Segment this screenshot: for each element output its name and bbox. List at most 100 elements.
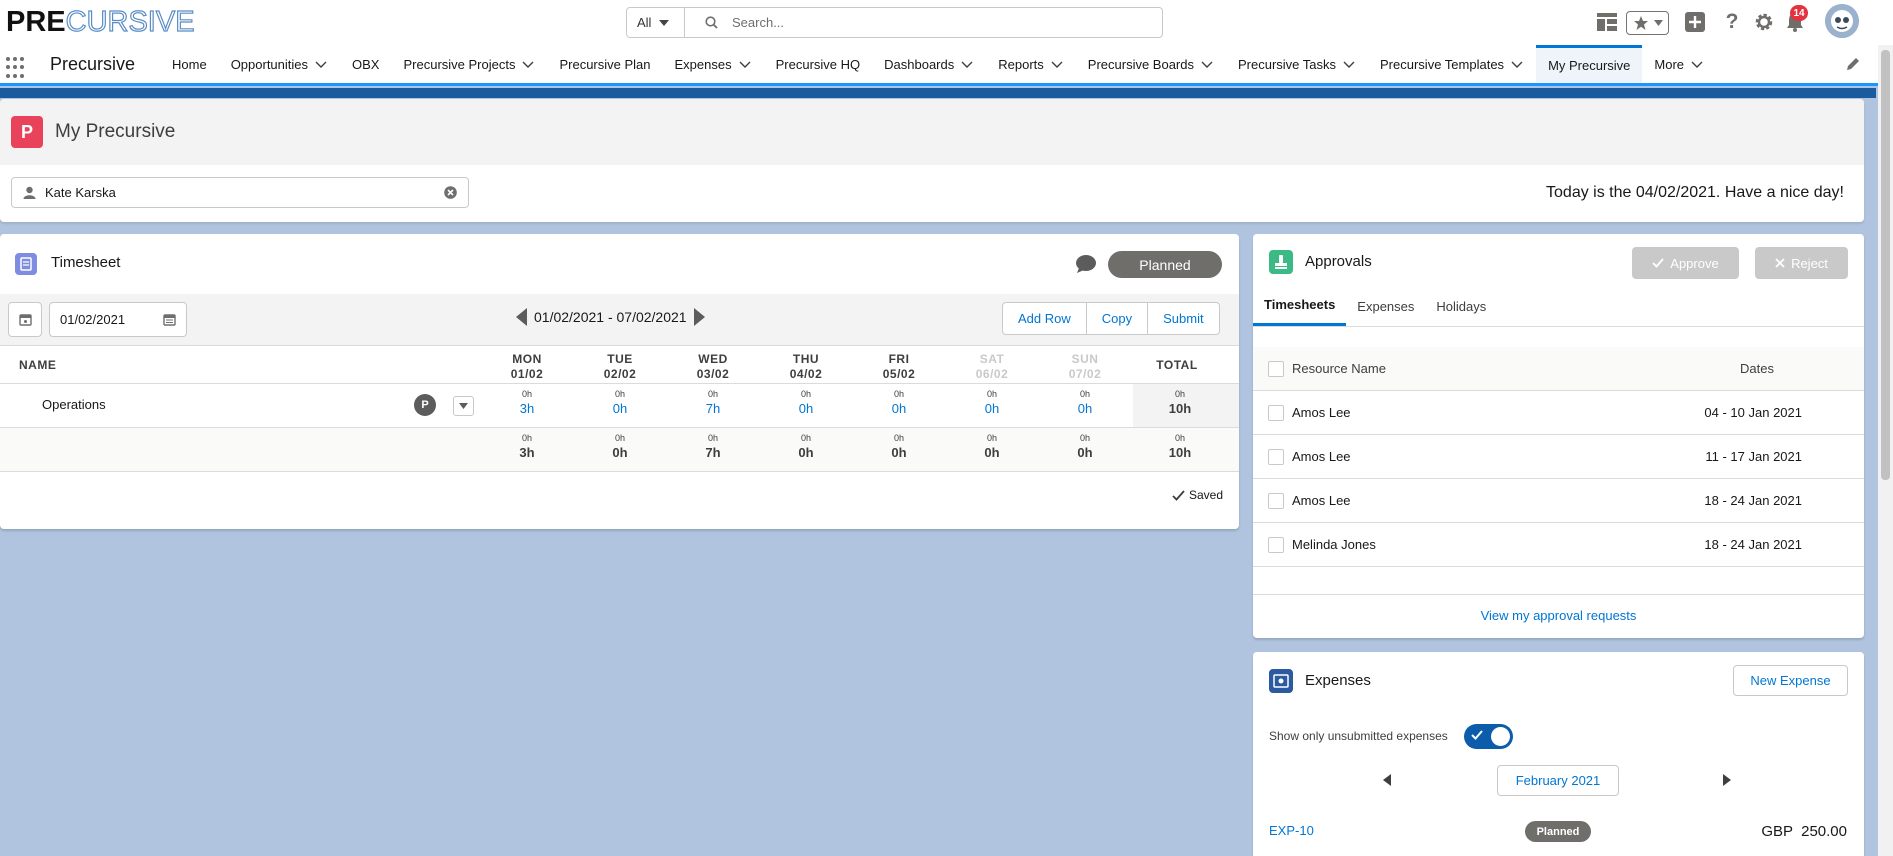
- next-month-icon[interactable]: [1723, 774, 1731, 786]
- add-icon[interactable]: [1683, 10, 1707, 34]
- nav-item-my-precursive[interactable]: My Precursive: [1536, 45, 1643, 83]
- submit-button[interactable]: Submit: [1148, 303, 1218, 334]
- search-input[interactable]: Search...: [685, 8, 1155, 37]
- day-column-header: SUN 07/02: [1068, 352, 1102, 381]
- help-icon[interactable]: ?: [1720, 10, 1744, 34]
- gear-icon[interactable]: [1752, 10, 1776, 34]
- nav-item-more[interactable]: More: [1642, 45, 1716, 83]
- resource-name-header: Resource Name: [1292, 361, 1386, 376]
- total-column-header: TOTAL: [1156, 358, 1198, 372]
- table-row: Melinda Jones 18 - 24 Jan 2021: [1253, 523, 1864, 567]
- nav-item-precursive-plan[interactable]: Precursive Plan: [547, 45, 662, 83]
- app-launcher-icon[interactable]: [6, 57, 28, 79]
- day-column-header: SAT 06/02: [975, 352, 1009, 381]
- status-badge: Planned: [1108, 251, 1222, 278]
- comment-icon[interactable]: [1075, 254, 1097, 274]
- resource-name: Melinda Jones: [1292, 537, 1376, 552]
- next-week-icon[interactable]: [693, 308, 705, 326]
- approval-stamp-icon: [1269, 250, 1293, 274]
- add-row-button[interactable]: Add Row: [1003, 303, 1087, 334]
- nav-item-home[interactable]: Home: [160, 45, 219, 83]
- saved-indicator: Saved: [1172, 488, 1223, 502]
- resource-name: Amos Lee: [1292, 493, 1351, 508]
- hours-cell[interactable]: 0h 7h: [673, 388, 753, 417]
- app-navigation: Precursive Home Opportunities OBX Precursiv…: [0, 45, 1893, 86]
- pencil-icon[interactable]: [1846, 57, 1862, 73]
- table-row: Operations P 0h 3h 0h 0h 0h 7h 0h 0h 0h 0h 0h 0h 0h 0…: [0, 384, 1239, 428]
- chevron-down-icon: [1511, 61, 1523, 68]
- setup-assistant-icon[interactable]: [1595, 10, 1619, 34]
- nav-item-dashboards[interactable]: Dashboards: [872, 45, 986, 83]
- hours-cell: 0h 7h: [705, 433, 721, 460]
- nav-item-reports[interactable]: Reports: [986, 45, 1076, 83]
- search-scope-select[interactable]: All: [627, 8, 685, 37]
- clear-icon[interactable]: [444, 186, 457, 199]
- approve-button[interactable]: Approve: [1632, 247, 1739, 279]
- date-range: 11 - 17 Jan 2021: [1705, 449, 1802, 464]
- calendar-icon[interactable]: [163, 313, 176, 326]
- new-expense-button[interactable]: New Expense: [1733, 665, 1848, 696]
- user-lookup-field[interactable]: Kate Karska: [11, 177, 469, 208]
- nav-item-precursive-tasks[interactable]: Precursive Tasks: [1226, 45, 1368, 83]
- table-row: Amos Lee 18 - 24 Jan 2021: [1253, 479, 1864, 523]
- chevron-down-icon: [1343, 61, 1355, 68]
- tab-expenses[interactable]: Expenses: [1346, 286, 1425, 326]
- chevron-down-icon: [659, 19, 670, 26]
- timesheet-toolbar: 01/02/2021 01/02/2021 - 07/02/2021 Add R…: [0, 294, 1239, 346]
- row-checkbox[interactable]: [1268, 493, 1284, 509]
- copy-button[interactable]: Copy: [1087, 303, 1149, 334]
- hours-cell[interactable]: 0h 3h: [487, 388, 567, 417]
- total-cell: 0h 10h: [1168, 433, 1192, 460]
- nav-item-precursive-projects[interactable]: Precursive Projects: [391, 45, 547, 83]
- hours-cell: 0h 0h: [612, 433, 628, 460]
- logo[interactable]: PRECURSIVE: [6, 5, 195, 38]
- avatar[interactable]: [1825, 4, 1859, 38]
- check-icon: [1471, 730, 1483, 740]
- view-approval-requests-link[interactable]: View my approval requests: [1253, 608, 1864, 623]
- tab-holidays[interactable]: Holidays: [1425, 286, 1497, 326]
- expense-id-link[interactable]: EXP-10: [1269, 823, 1314, 838]
- row-checkbox[interactable]: [1268, 449, 1284, 465]
- day-column-header: WED 03/02: [696, 352, 730, 381]
- approvals-tabs: Timesheets Expenses Holidays: [1253, 286, 1864, 327]
- row-menu-button[interactable]: [453, 396, 474, 416]
- reject-button[interactable]: Reject: [1755, 247, 1848, 279]
- unsubmitted-toggle-label: Show only unsubmitted expenses: [1269, 729, 1448, 743]
- hours-cell[interactable]: 0h 0h: [859, 388, 939, 417]
- nav-item-obx[interactable]: OBX: [340, 45, 391, 83]
- scrollbar-thumb[interactable]: [1881, 50, 1890, 480]
- hours-cell[interactable]: 0h 0h: [766, 388, 846, 417]
- select-all-checkbox[interactable]: [1268, 361, 1284, 377]
- notification-badge: 14: [1790, 5, 1808, 21]
- previous-week-icon[interactable]: [516, 308, 528, 326]
- user-icon: [23, 186, 36, 199]
- close-icon: [1775, 258, 1785, 268]
- week-range: 01/02/2021 - 07/02/2021: [534, 309, 687, 325]
- timesheet-card: Timesheet Planned 01/02/2021 01/02/2021 …: [0, 234, 1239, 529]
- nav-item-precursive-templates[interactable]: Precursive Templates: [1368, 45, 1536, 83]
- calendar-button[interactable]: [8, 302, 42, 337]
- month-selector[interactable]: February 2021: [1497, 765, 1619, 796]
- unsubmitted-toggle[interactable]: [1464, 724, 1513, 749]
- hours-cell[interactable]: 0h 0h: [580, 388, 660, 417]
- global-header: PRECURSIVE All Search... ? 14: [0, 0, 1893, 45]
- nav-item-precursive-hq[interactable]: Precursive HQ: [764, 45, 873, 83]
- week-date-input[interactable]: 01/02/2021: [49, 302, 187, 337]
- hours-cell[interactable]: 0h 0h: [952, 388, 1032, 417]
- row-checkbox[interactable]: [1268, 405, 1284, 421]
- timesheet-actions: Add Row Copy Submit: [1002, 302, 1220, 335]
- previous-month-icon[interactable]: [1383, 774, 1391, 786]
- hours-cell[interactable]: 0h 0h: [1045, 388, 1125, 417]
- dates-header: Dates: [1740, 361, 1774, 376]
- resource-name: Amos Lee: [1292, 449, 1351, 464]
- nav-item-precursive-boards[interactable]: Precursive Boards: [1076, 45, 1226, 83]
- nav-item-expenses[interactable]: Expenses: [663, 45, 764, 83]
- page-icon: P: [11, 116, 43, 148]
- timesheet-title: Timesheet: [51, 254, 121, 271]
- nav-item-opportunities[interactable]: Opportunities: [219, 45, 340, 83]
- row-checkbox[interactable]: [1268, 537, 1284, 553]
- calendar-icon: [18, 314, 32, 326]
- tab-timesheets[interactable]: Timesheets: [1253, 286, 1347, 326]
- favorites-button[interactable]: [1626, 11, 1669, 35]
- timesheet-header-row: NAME MON 01/02 TUE 02/02 WED 03/02 THU 04/02 FRI…: [0, 346, 1239, 384]
